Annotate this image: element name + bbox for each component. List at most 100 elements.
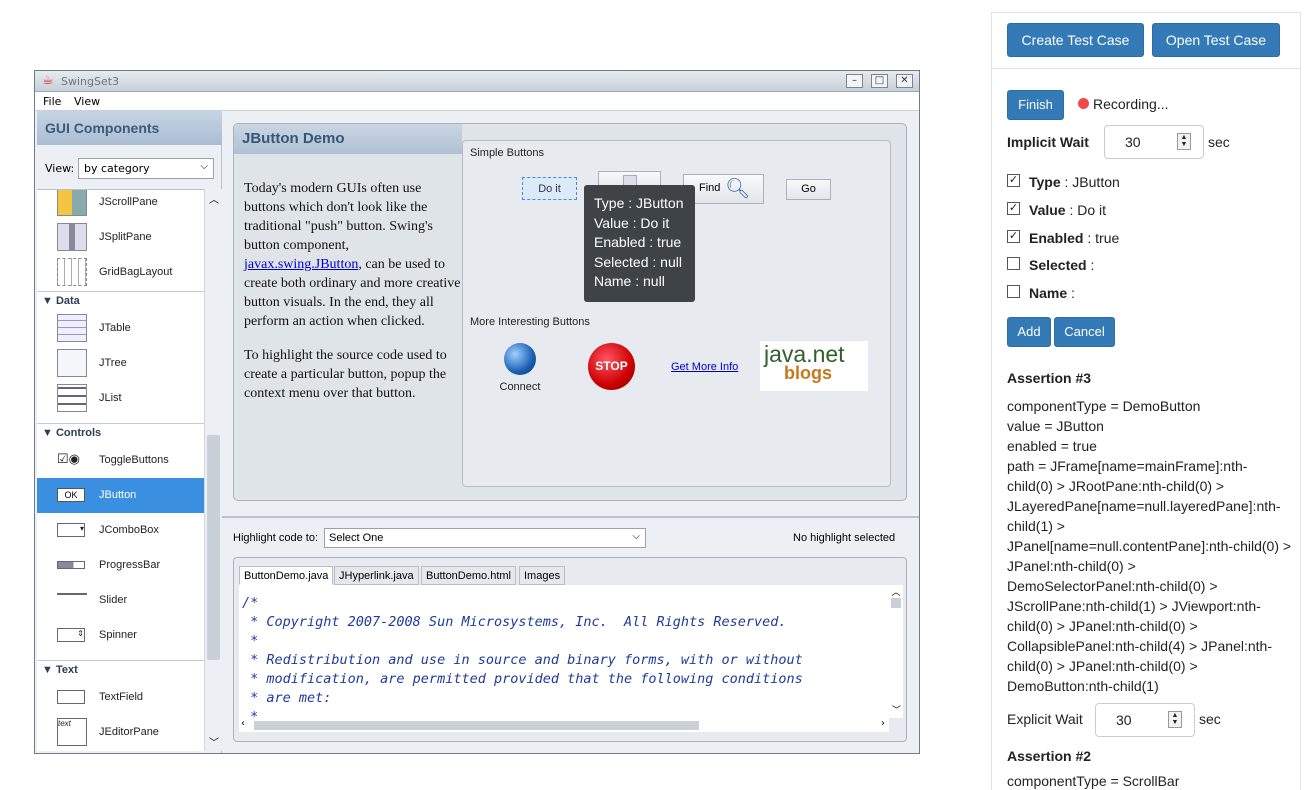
name-checkbox[interactable] [1007,285,1020,298]
textfield-icon [57,690,85,704]
cancel-button[interactable]: Cancel [1054,317,1115,347]
spinner-arrows-icon[interactable]: ▲ ▼ [1168,711,1182,728]
create-test-case-button[interactable]: Create Test Case [1007,23,1144,57]
code-vscrollbar[interactable]: ︿ ﹀ [889,585,903,718]
grid-icon [57,258,87,286]
chevron-down-icon: ⌵ [632,531,640,542]
list-item-togglebuttons[interactable]: ☑◉ ToggleButtons [37,443,204,478]
tab-buttondemo-html[interactable]: ButtonDemo.html [421,566,516,585]
recording-status: Recording... [1093,96,1169,112]
view-select[interactable]: by category ⌵ [78,158,214,179]
explicit-wait-input[interactable]: 30 ▲ ▼ [1095,703,1195,737]
category-text[interactable]: ▼ Text [37,660,204,680]
java-icon: ☕ [42,73,54,88]
scrollbar-thumb[interactable] [891,598,901,608]
list-icon [57,384,87,412]
editorpane-icon: text [57,718,87,746]
scrollbar-thumb[interactable] [207,435,220,660]
tab-images[interactable]: Images [519,566,566,585]
category-data[interactable]: ▼ Data [37,291,204,311]
window-title: SwingSet3 [61,75,120,88]
list-item-jcombobox[interactable]: ▾ JComboBox [37,513,204,548]
enabled-checkbox[interactable]: ✓ [1007,230,1020,243]
highlight-status: No highlight selected [793,532,896,544]
type-checkbox[interactable]: ✓ [1007,174,1020,187]
code-line: * Redistribution and use in source and b… [242,652,803,668]
list-item-gridbaglayout[interactable]: GridBagLayout [37,255,204,290]
go-button[interactable]: Go [786,179,831,200]
code-line: * [242,709,259,718]
demo-description: Today's modern GUIs often use buttons wh… [244,179,462,403]
stop-button[interactable]: STOP [588,343,635,390]
gui-components-panel: GUI Components View: by category ⌵ JScro… [37,111,222,753]
finish-button[interactable]: Finish [1007,90,1064,120]
list-item-textfield[interactable]: TextField [37,680,204,715]
jbutton-demo-panel: JButton Demo Today's modern GUIs often u… [233,123,907,501]
list-item-jlist[interactable]: JList [37,381,204,416]
tooltip-name: Name : null [594,273,665,290]
assertion-3-details: componentType = DemoButton value = JButt… [1007,398,1292,694]
code-line: * are met: [242,690,332,706]
hscroll-thumb[interactable] [254,721,699,730]
code-hscrollbar[interactable]: ‹ › [239,718,889,732]
component-tooltip: Type : JButton Value : Do it Enabled : t… [584,185,695,302]
menu-file[interactable]: File [43,95,61,108]
assertion-3-title: Assertion #3 [1007,370,1092,386]
scroll-down-icon[interactable]: ﹀ [209,734,219,749]
slider-icon [57,593,87,605]
list-item-spinner[interactable]: ⇕ Spinner [37,618,204,653]
scroll-up-icon[interactable]: ︿ [209,191,219,206]
implicit-wait-unit: sec [1208,134,1230,150]
menu-view[interactable]: View [74,95,100,108]
open-test-case-button[interactable]: Open Test Case [1152,23,1280,57]
divider[interactable] [222,516,919,518]
recorder-panel: Create Test Case Open Test Case Finish R… [991,12,1301,790]
tab-buttondemo-java[interactable]: ButtonDemo.java [239,566,334,585]
minimize-icon[interactable]: – [846,74,863,88]
explicit-wait-unit: sec [1199,711,1221,727]
value-checkbox[interactable]: ✓ [1007,202,1020,215]
window-titlebar[interactable]: ☕ SwingSet3 – □ ✕ [35,71,919,92]
swingset-window: ☕ SwingSet3 – □ ✕ File View GUI Componen… [34,70,920,754]
selected-checkbox[interactable] [1007,257,1020,270]
list-item-jbutton[interactable]: OK JButton [37,478,204,513]
scroll-left-icon[interactable]: ‹ [241,718,245,729]
spinner-arrows-icon[interactable]: ▲ ▼ [1177,133,1191,150]
code-line: /* [242,595,259,611]
explicit-wait-label: Explicit Wait [1007,711,1083,727]
assertion-2-title: Assertion #2 [1007,748,1092,764]
code-line: * [242,633,259,649]
table-icon [57,314,87,342]
scroll-down-icon[interactable]: ﹀ [892,703,901,716]
implicit-wait-input[interactable]: 30 ▲ ▼ [1104,125,1204,159]
scroll-up-icon[interactable]: ︿ [889,585,903,598]
java-net-blogs-button[interactable]: java.net blogs [760,341,868,391]
list-item-jscrollpane[interactable]: JScrollPane [37,190,204,220]
maximize-icon[interactable]: □ [871,74,888,88]
assertion-2-details: componentType = ScrollBar [1007,773,1180,789]
code-view[interactable]: /* * Copyright 2007-2008 Sun Microsystem… [239,585,889,718]
connect-button[interactable]: Connect [498,343,542,393]
scroll-right-icon[interactable]: › [881,718,885,729]
category-controls[interactable]: ▼ Controls [37,423,204,443]
add-button[interactable]: Add [1007,317,1051,347]
close-icon[interactable]: ✕ [896,74,913,88]
find-button[interactable]: Find 🔍︎ [683,174,764,204]
list-item-slider[interactable]: Slider [37,583,204,618]
list-item-jtable[interactable]: JTable [37,311,204,346]
get-more-info-link[interactable]: Get More Info [671,361,738,373]
list-item-progressbar[interactable]: ProgressBar [37,548,204,583]
list-item-jeditorpane[interactable]: text JEditorPane [37,715,204,750]
list-item-jsplitpane[interactable]: JSplitPane [37,220,204,255]
list-item-jtree[interactable]: JTree [37,346,204,381]
scrollpane-icon [57,190,87,216]
jbutton-link[interactable]: javax.swing.JButton [244,257,358,272]
do-it-button[interactable]: Do it [522,177,577,200]
splitpane-icon [57,223,87,251]
prop-value: Value : Do it [1029,202,1107,218]
highlight-select[interactable]: Select One ⌵ [324,528,646,548]
list-scrollbar[interactable]: ︿ ﹀ [204,189,222,751]
tab-jhyperlink-java[interactable]: JHyperlink.java [334,566,419,585]
spinner-icon: ⇕ [57,628,85,642]
combobox-icon: ▾ [57,523,85,537]
